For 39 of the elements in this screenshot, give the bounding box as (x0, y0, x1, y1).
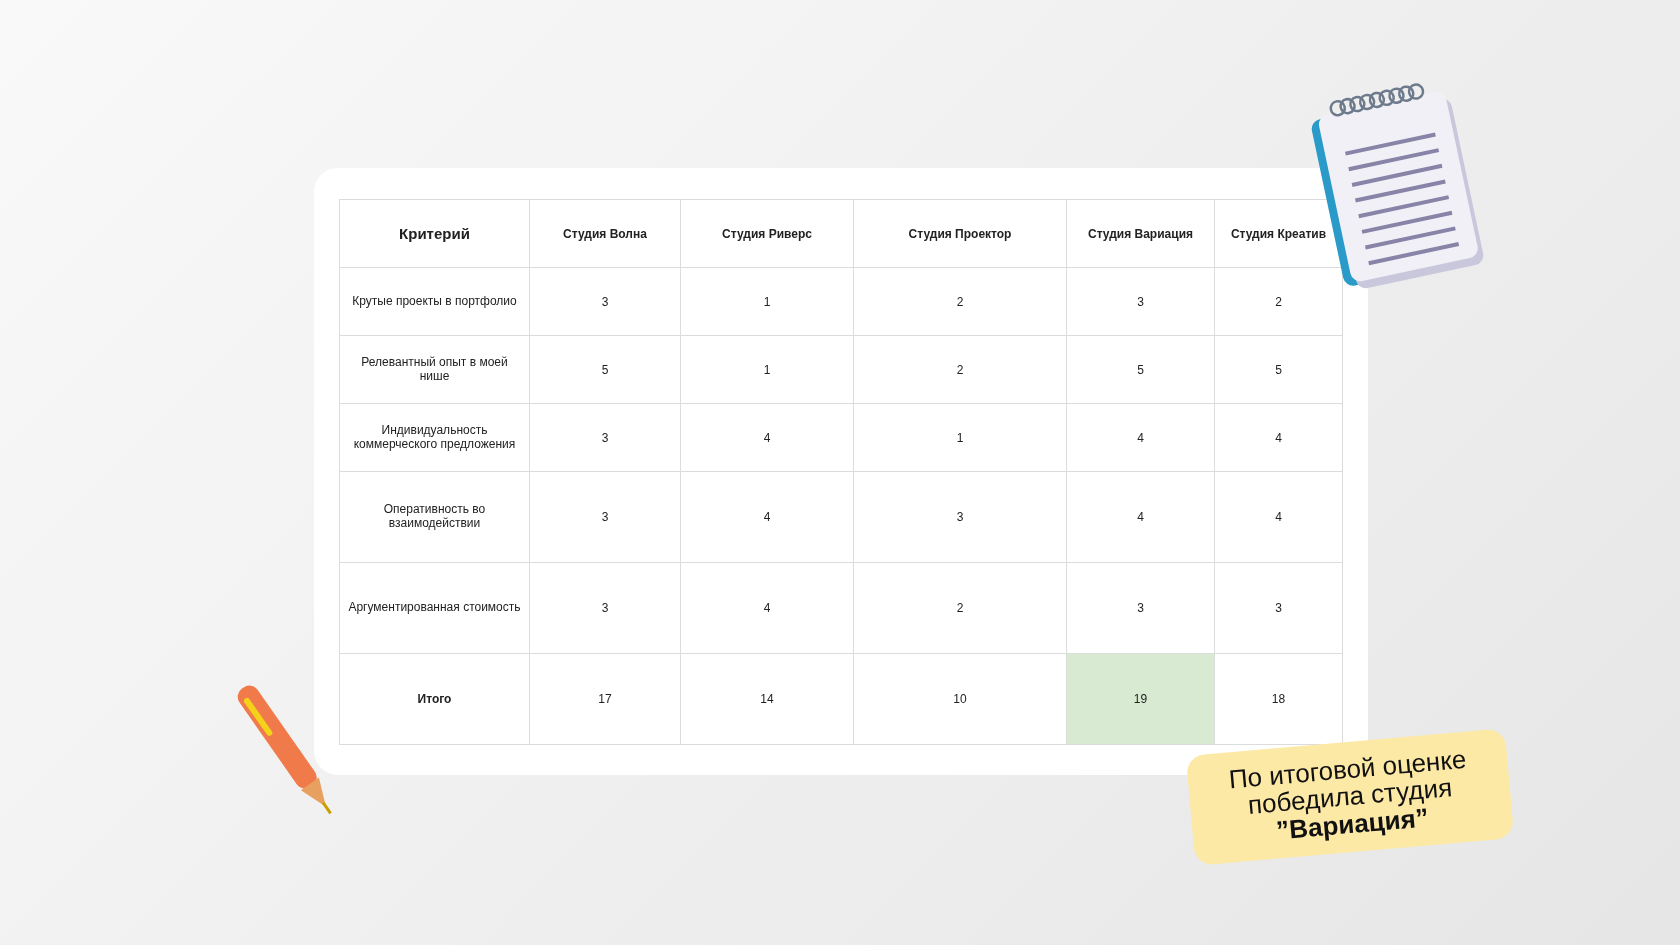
score-cell: 3 (1066, 562, 1215, 654)
score-cell: 4 (680, 403, 854, 472)
score-cell: 4 (1066, 471, 1215, 563)
score-cell: 4 (1214, 471, 1343, 563)
score-cell: 3 (853, 471, 1067, 563)
criterion-cell: Крутые проекты в портфолио (339, 267, 530, 336)
column-header: Студия Волна (529, 199, 681, 268)
criterion-cell: Оперативность во взаимодействии (339, 471, 530, 563)
total-cell: 10 (853, 653, 1067, 745)
score-cell: 2 (853, 562, 1067, 654)
column-header: Студия Риверс (680, 199, 854, 268)
score-cell: 3 (1214, 562, 1343, 654)
criterion-cell: Аргументированная стоимость (339, 562, 530, 654)
score-cell: 4 (1066, 403, 1215, 472)
score-cell: 4 (680, 562, 854, 654)
criterion-cell: Индивидуальность коммерческого предложения (339, 403, 530, 472)
score-cell: 5 (529, 335, 681, 404)
criterion-cell: Релевантный опыт в моей нише (339, 335, 530, 404)
score-cell: 1 (853, 403, 1067, 472)
score-cell: 5 (1066, 335, 1215, 404)
score-cell: 3 (1066, 267, 1215, 336)
score-cell: 2 (853, 267, 1067, 336)
column-header: Студия Вариация (1066, 199, 1215, 268)
score-cell: 1 (680, 267, 854, 336)
score-cell: 4 (1214, 403, 1343, 472)
total-cell: 19 (1066, 653, 1215, 745)
total-cell: 17 (529, 653, 681, 745)
score-cell: 3 (529, 471, 681, 563)
total-label-cell: Итого (339, 653, 530, 745)
score-cell: 3 (529, 562, 681, 654)
score-cell: 3 (529, 267, 681, 336)
score-cell: 3 (529, 403, 681, 472)
score-cell: 4 (680, 471, 854, 563)
score-cell: 2 (853, 335, 1067, 404)
column-header: Критерий (339, 199, 530, 268)
column-header: Студия Проектор (853, 199, 1067, 268)
total-cell: 14 (680, 653, 854, 745)
score-cell: 1 (680, 335, 854, 404)
score-cell: 5 (1214, 335, 1343, 404)
